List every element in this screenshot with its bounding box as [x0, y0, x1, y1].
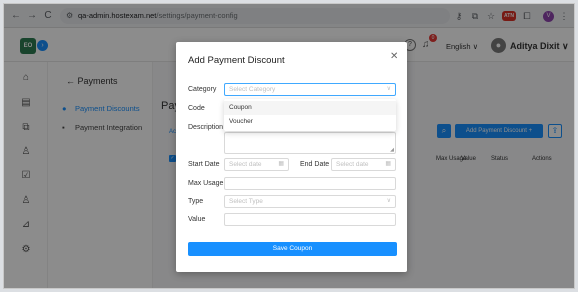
start-date-placeholder: Select date: [229, 161, 262, 168]
end-date-label: End Date: [300, 161, 330, 168]
browser-window: ← → C ⚙ qa-admin.hostexam.net/settings/p…: [3, 3, 575, 289]
dropdown-option-voucher[interactable]: Voucher: [224, 115, 396, 129]
calendar-icon: ▦: [278, 161, 284, 167]
type-select[interactable]: Select Type ∨: [224, 195, 396, 208]
code-label: Code: [188, 105, 205, 112]
type-placeholder: Select Type: [229, 198, 263, 205]
description-label: Description: [188, 124, 224, 131]
start-date-picker[interactable]: Select date ▦: [224, 158, 289, 171]
close-icon[interactable]: ✕: [390, 52, 398, 62]
category-placeholder: Select Category: [229, 86, 276, 93]
type-label: Type: [188, 198, 204, 205]
calendar-icon: ▦: [385, 161, 391, 167]
category-dropdown: Coupon Voucher: [224, 99, 396, 131]
save-coupon-button[interactable]: Save Coupon: [188, 242, 397, 256]
max-usage-input[interactable]: [224, 177, 396, 190]
category-select[interactable]: Select Category ∨: [224, 83, 396, 96]
value-input[interactable]: [224, 213, 396, 226]
chevron-down-icon: ∨: [386, 86, 391, 92]
chevron-down-icon: ∨: [386, 198, 391, 204]
resize-handle-icon[interactable]: ◢: [390, 147, 394, 153]
add-payment-discount-modal: Add Payment Discount ✕ Category Select C…: [176, 42, 407, 272]
modal-title: Add Payment Discount: [188, 55, 285, 66]
description-textarea[interactable]: ◢: [224, 132, 396, 154]
category-label: Category: [188, 86, 217, 93]
start-date-label: Start Date: [188, 161, 220, 168]
max-usage-label: Max Usage: [188, 180, 224, 187]
end-date-picker[interactable]: Select date ▦: [331, 158, 396, 171]
value-label: Value: [188, 216, 206, 223]
dropdown-option-coupon[interactable]: Coupon: [224, 101, 396, 115]
end-date-placeholder: Select date: [336, 161, 369, 168]
